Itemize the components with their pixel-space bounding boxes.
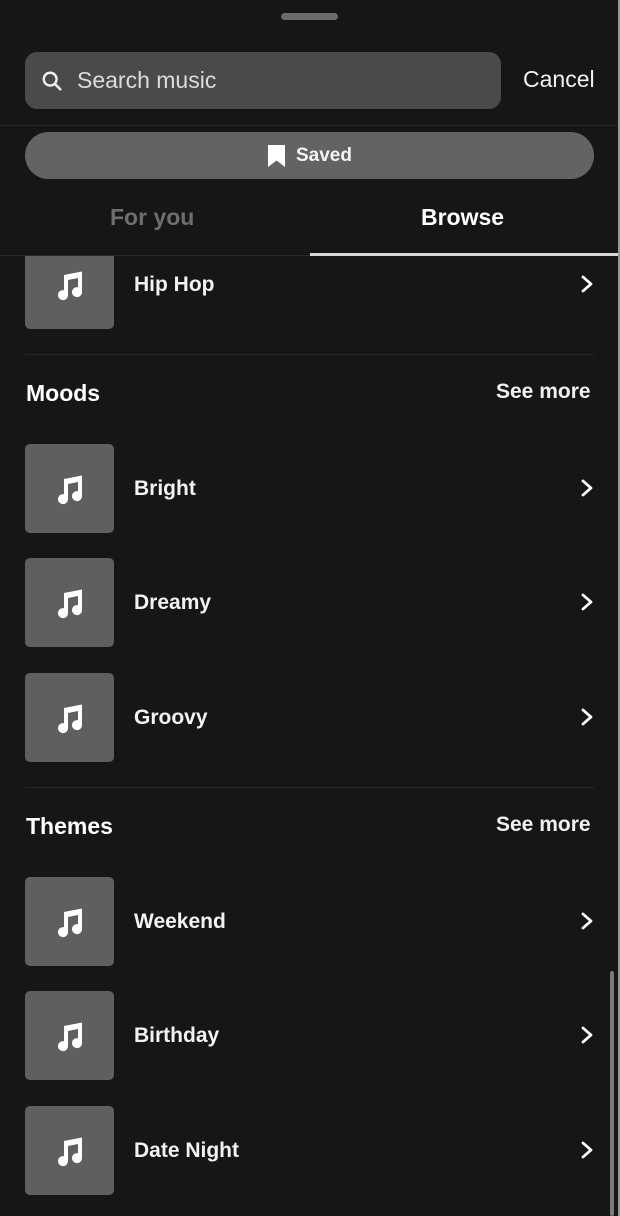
list-item-thumbnail — [25, 444, 114, 533]
scrollbar[interactable] — [610, 971, 614, 1216]
see-more-moods-button[interactable]: See more — [496, 380, 591, 404]
saved-label: Saved — [296, 144, 352, 166]
list-item-thumbnail — [25, 558, 114, 647]
list-item-label: Weekend — [134, 910, 226, 933]
music-note-icon — [57, 1022, 82, 1051]
bookmark-icon — [268, 144, 285, 167]
music-note-icon — [57, 589, 82, 618]
list-item-label: Groovy — [134, 706, 208, 729]
list-item-bright[interactable]: Bright — [0, 444, 600, 534]
chevron-right-icon — [581, 708, 593, 726]
list-item-thumbnail — [25, 877, 114, 966]
saved-button[interactable]: Saved — [25, 132, 594, 179]
chevron-right-icon — [581, 1141, 593, 1159]
list-item-date-night[interactable]: Date Night — [0, 1106, 600, 1196]
music-note-icon — [57, 908, 82, 937]
section-divider — [25, 787, 594, 788]
tab-browse[interactable]: Browse — [421, 204, 504, 231]
browse-list[interactable]: Hip Hop Moods See more Bright Dreamy Gro… — [0, 256, 618, 1216]
chevron-right-icon — [581, 1026, 593, 1044]
see-more-themes-button[interactable]: See more — [496, 813, 591, 837]
list-item-label: Date Night — [134, 1139, 239, 1162]
chevron-right-icon — [581, 479, 593, 497]
list-item-birthday[interactable]: Birthday — [0, 991, 600, 1081]
list-item-groovy[interactable]: Groovy — [0, 673, 600, 763]
list-item-thumbnail — [25, 256, 114, 329]
music-note-icon — [57, 704, 82, 733]
list-item-thumbnail — [25, 1106, 114, 1195]
music-note-icon — [57, 475, 82, 504]
list-item-label: Hip Hop — [134, 273, 215, 296]
list-item-weekend[interactable]: Weekend — [0, 877, 600, 967]
music-note-icon — [57, 1137, 82, 1166]
drag-handle[interactable] — [281, 13, 338, 20]
section-title-themes: Themes — [26, 813, 113, 839]
list-item-label: Birthday — [134, 1024, 220, 1047]
list-item-label: Dreamy — [134, 591, 212, 614]
search-bar[interactable] — [25, 52, 501, 109]
section-title-moods: Moods — [26, 380, 101, 406]
chevron-right-icon — [581, 593, 593, 611]
section-divider — [25, 354, 594, 355]
list-item-thumbnail — [25, 673, 114, 762]
header-divider — [0, 125, 618, 126]
list-item-thumbnail — [25, 991, 114, 1080]
music-note-icon — [57, 271, 82, 300]
list-item-dreamy[interactable]: Dreamy — [0, 558, 600, 648]
tab-for-you[interactable]: For you — [110, 204, 194, 231]
chevron-right-icon — [581, 275, 593, 293]
search-input[interactable] — [77, 67, 457, 94]
cancel-button[interactable]: Cancel — [523, 66, 595, 93]
chevron-right-icon — [581, 912, 593, 930]
search-icon — [42, 71, 62, 91]
list-item-hip-hop[interactable]: Hip Hop — [0, 256, 600, 330]
list-item-label: Bright — [134, 477, 196, 500]
music-picker-sheet: Cancel Saved For you Browse Hip Hop Mood… — [0, 0, 620, 1216]
